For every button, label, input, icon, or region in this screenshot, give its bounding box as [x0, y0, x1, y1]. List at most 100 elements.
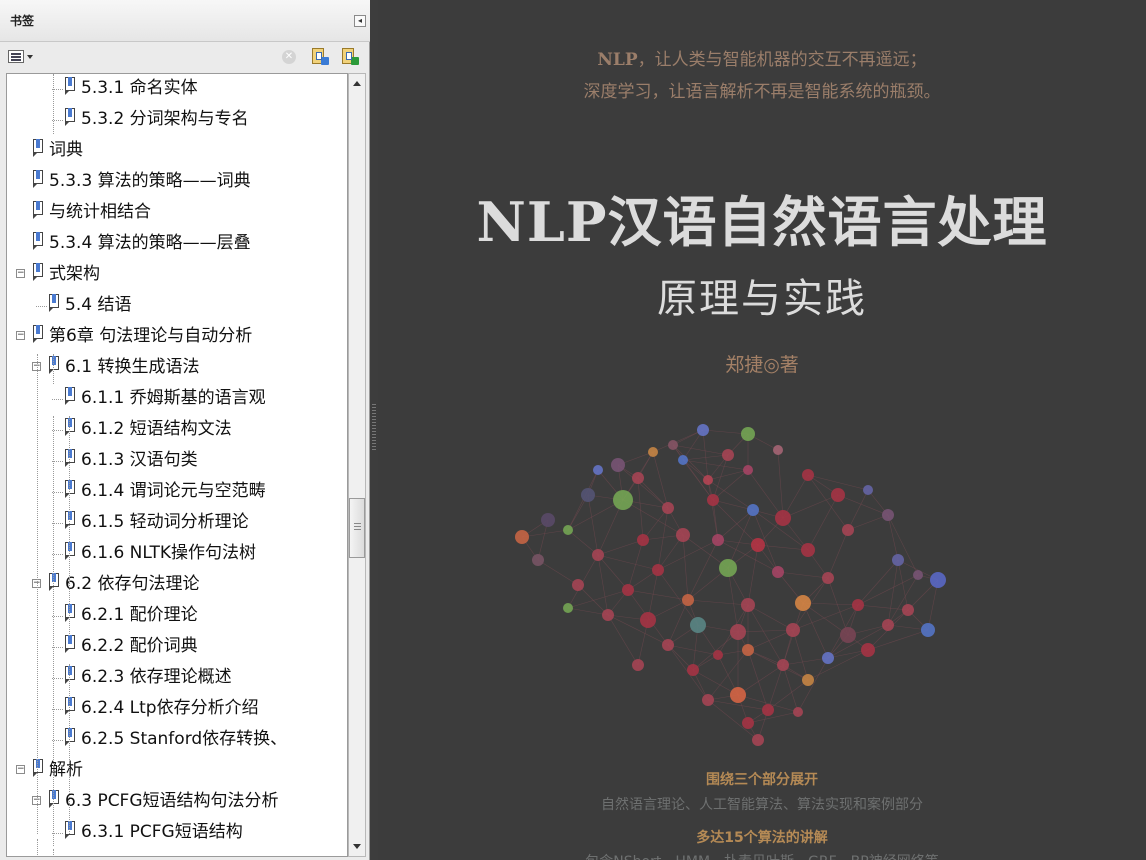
bookmark-item[interactable]: 6.1.4 谓词论元与空范畴: [7, 478, 347, 504]
bookmark-label: 5.3.2 分词架构与专名: [81, 109, 249, 129]
bookmark-item[interactable]: 5.3.3 算法的策略——词典: [7, 168, 347, 194]
bookmark-item[interactable]: − 第6章 句法理论与自动分析: [7, 323, 347, 349]
bookmark-item[interactable]: −6.3 PCFG短语结构句法分析: [7, 788, 347, 814]
bookmark-tree[interactable]: 5.3.1 命名实体 5.3.2 分词架构与专名词典 5.3.3 算法的策略——词典…: [6, 73, 348, 857]
cover-tagline-2: 深度学习，让语言解析不再是智能系统的瓶颈。: [583, 82, 941, 102]
bookmark-label: 6.2.1 配价理论: [81, 605, 198, 625]
tagline-bold-text: NLP: [597, 50, 638, 70]
bookmark-label: 5.3.3 算法的策略——词典: [49, 171, 251, 191]
bookmark-icon: [65, 604, 77, 622]
bookmark-item[interactable]: 6.3.1 PCFG短语结构: [7, 819, 347, 845]
bookmark-label: 5.4 结语: [65, 295, 132, 315]
chevron-down-icon: [27, 55, 33, 59]
bookmark-icon: [33, 759, 45, 777]
tagline-rest-text: ，让人类与智能机器的交互不再遥远；: [637, 50, 927, 70]
delete-bookmark-button[interactable]: ✕: [282, 48, 298, 66]
bookmark-icon: [65, 728, 77, 746]
cover-title: NLP汉语自然语言处理: [476, 190, 1048, 254]
bookmark-icon: [49, 790, 61, 808]
bookmark-icon: [65, 635, 77, 653]
bookmark-icon: [33, 170, 45, 188]
bookmark-icon: [65, 511, 77, 529]
bookmark-item[interactable]: −6.1 转换生成语法: [7, 354, 347, 380]
bookmark-label: 6.2 依存句法理论: [65, 574, 200, 594]
bookmark-icon: [65, 542, 77, 560]
bookmark-label: 词典: [49, 140, 83, 160]
new-bookmark-button[interactable]: [312, 48, 330, 66]
bookmark-item[interactable]: 6.1.3 汉语句类: [7, 447, 347, 473]
bookmark-label: 6.1 转换生成语法: [65, 357, 200, 377]
options-menu-button[interactable]: [8, 48, 34, 66]
feature-2-description: 包含NShort、HMM、扑素贝叶斯、GRF、BP神经网络等: [378, 851, 1146, 860]
collapse-left-icon: ◂: [357, 16, 362, 25]
bookmark-label: 6.1.5 轻动词分析理论: [81, 512, 249, 532]
collapse-toggle-icon[interactable]: −: [16, 765, 25, 774]
bookmark-item[interactable]: 6.1.5 轻动词分析理论: [7, 509, 347, 535]
scroll-up-arrow-icon[interactable]: [349, 74, 365, 92]
bookmark-label: 5.3.4 算法的策略——层叠: [49, 233, 251, 253]
splitter-grip-icon[interactable]: [372, 404, 376, 452]
bookmark-item[interactable]: 5.4 结语: [7, 292, 347, 318]
bookmark-item[interactable]: 6.2.2 配价词典: [7, 633, 347, 659]
bookmark-icon: [65, 77, 77, 95]
bookmark-icon: [33, 201, 45, 219]
bookmark-item[interactable]: 与统计相结合: [7, 199, 347, 225]
feature-1-title: 围绕三个部分展开: [706, 772, 818, 788]
bookmark-label: 6.3 PCFG短语结构句法分析: [65, 791, 279, 811]
bookmark-icon: [65, 418, 77, 436]
delete-bookmark-icon: ✕: [282, 50, 296, 64]
bookmark-item[interactable]: 6.2.5 Stanford依存转换、: [7, 726, 347, 752]
bookmark-item[interactable]: 6.1.2 短语结构文法: [7, 416, 347, 442]
options-menu-icon: [8, 50, 24, 63]
bookmark-label: 6.1.3 汉语句类: [81, 450, 198, 470]
bookmark-item[interactable]: 6.2.1 配价理论: [7, 602, 347, 628]
panel-title: 书签: [10, 14, 35, 28]
collapse-toggle-icon[interactable]: −: [16, 331, 25, 340]
bookmark-item[interactable]: 5.3.2 分词架构与专名: [7, 106, 347, 132]
bookmark-item[interactable]: − 式架构: [7, 261, 347, 287]
bookmark-icon: [65, 666, 77, 684]
bookmark-icon: [33, 139, 45, 157]
feature-1-description: 自然语言理论、人工智能算法、算法实现和案例部分: [601, 797, 923, 813]
collapse-panel-button[interactable]: ◂: [354, 15, 366, 27]
cover-author: 郑捷◎著: [725, 354, 799, 376]
bookmark-item[interactable]: 词典: [7, 137, 347, 163]
bookmark-item[interactable]: 6.1.6 NLTK操作句法树: [7, 540, 347, 566]
bookmark-item[interactable]: − 解析: [7, 757, 347, 783]
bookmark-icon: [65, 387, 77, 405]
bookmark-label: 6.1.1 乔姆斯基的语言观: [81, 388, 266, 408]
bookmark-icon: [65, 821, 77, 839]
bookmark-label: 6.2.3 依存理论概述: [81, 667, 232, 687]
bookmark-item[interactable]: 6.1.1 乔姆斯基的语言观: [7, 385, 347, 411]
bookmark-item[interactable]: −6.2 依存句法理论: [7, 571, 347, 597]
bookmark-icon: [65, 697, 77, 715]
bookmark-icon: [49, 294, 61, 312]
collapse-toggle-icon[interactable]: −: [16, 269, 25, 278]
bookmark-icon: [49, 573, 61, 591]
expand-bookmark-button[interactable]: [342, 48, 360, 66]
bookmark-item[interactable]: 5.3.4 算法的策略——层叠: [7, 230, 347, 256]
bookmark-icon: [33, 325, 45, 343]
bookmark-icon: [65, 449, 77, 467]
scroll-thumb[interactable]: [349, 498, 365, 558]
bookmark-label: 式架构: [49, 264, 100, 284]
bookmark-item[interactable]: 6.2.4 Ltp依存分析介绍: [7, 695, 347, 721]
bookmark-label: 解析: [49, 760, 83, 780]
bookmark-icon: [49, 356, 61, 374]
bookmark-item[interactable]: 6.2.3 依存理论概述: [7, 664, 347, 690]
new-bookmark-icon: [312, 48, 329, 65]
bookmark-label: 6.3.1 PCFG短语结构: [81, 822, 243, 842]
bookmark-icon: [33, 232, 45, 250]
bookmark-item[interactable]: 5.3.1 命名实体: [7, 75, 347, 101]
bookmark-label: 6.2.2 配价词典: [81, 636, 198, 656]
feature-2-title: 多达15个算法的讲解: [696, 830, 828, 846]
bookmark-label: 5.3.1 命名实体: [81, 78, 198, 98]
bookmark-scrollbar[interactable]: [348, 73, 366, 857]
bookmark-label: 6.2.4 Ltp依存分析介绍: [81, 698, 259, 718]
bookmark-label: 6.1.2 短语结构文法: [81, 419, 232, 439]
bookmark-icon: [65, 480, 77, 498]
bookmark-icon: [65, 108, 77, 126]
cover-subtitle: 原理与实践: [657, 276, 867, 322]
scroll-down-arrow-icon[interactable]: [349, 838, 365, 856]
bookmark-label: 6.2.5 Stanford依存转换、: [81, 729, 288, 749]
